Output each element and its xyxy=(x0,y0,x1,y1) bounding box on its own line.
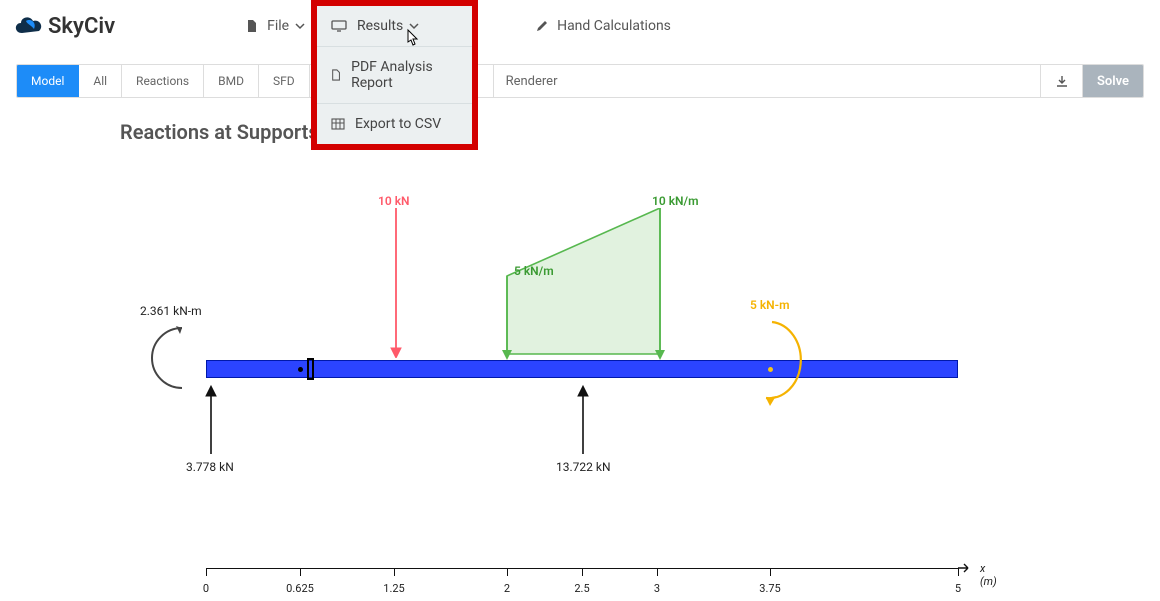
pdf-icon xyxy=(331,68,341,82)
tab-bmd-label: BMD xyxy=(218,74,244,88)
dropdown-item-pdf-report[interactable]: PDF Analysis Report xyxy=(317,46,472,103)
x-tick-label: 5 xyxy=(955,582,961,595)
x-tick-label: 1.25 xyxy=(383,582,404,595)
menu-file[interactable]: File xyxy=(231,10,319,42)
download-icon xyxy=(1055,74,1069,88)
tab-reactions-label: Reactions xyxy=(136,74,189,88)
app-logo: SkyCiv xyxy=(12,13,115,39)
dropdown-item-export-csv[interactable]: Export to CSV xyxy=(317,103,472,144)
menu-hand-calcs-label: Hand Calculations xyxy=(557,18,671,34)
chevron-down-icon xyxy=(295,21,305,31)
support-left-marker xyxy=(307,358,314,380)
tab-bmd[interactable]: BMD xyxy=(204,65,259,97)
tab-reactions[interactable]: Reactions xyxy=(122,65,204,97)
x-tick xyxy=(770,568,771,576)
results-toolbar: Model All Reactions BMD SFD D Renderer S… xyxy=(16,64,1144,98)
pencil-icon xyxy=(535,19,549,33)
point-load-arrow xyxy=(389,208,403,358)
x-tick-label: 2.5 xyxy=(574,582,589,595)
cloud-logo-icon xyxy=(12,13,46,39)
tab-all-label: All xyxy=(93,74,107,88)
reaction-left-arrow xyxy=(204,384,218,454)
x-tick xyxy=(206,568,207,576)
download-button[interactable] xyxy=(1041,65,1083,97)
table-icon xyxy=(331,118,345,130)
applied-moment-arc xyxy=(748,316,818,408)
results-dropdown-highlight: Results PDF Analysis Report Export to CS… xyxy=(311,0,478,150)
renderer-label: Renderer xyxy=(506,74,558,89)
chevron-down-icon xyxy=(409,21,419,31)
x-tick-label: 2 xyxy=(504,582,510,595)
tab-model-label: Model xyxy=(31,74,64,88)
x-tick xyxy=(394,568,395,576)
dropdown-csv-label: Export to CSV xyxy=(355,116,441,132)
reaction-left-label: 3.778 kN xyxy=(186,460,234,474)
tab-all[interactable]: All xyxy=(79,65,122,97)
x-tick xyxy=(507,568,508,576)
renderer-label-cell[interactable]: Renderer xyxy=(494,65,1041,97)
reaction-mid-label: 13.722 kN xyxy=(556,460,611,474)
reaction-moment-arc xyxy=(142,320,198,400)
reaction-moment-label: 2.361 kN-m xyxy=(140,304,202,318)
menu-hand-calculations[interactable]: Hand Calculations xyxy=(521,10,685,42)
x-tick-label: 0 xyxy=(203,582,209,595)
dist-load-start-label: 5 kN/m xyxy=(514,264,554,278)
solve-button[interactable]: Solve xyxy=(1083,65,1143,97)
top-menubar: SkyCiv File Hand Calculations xyxy=(0,0,1160,52)
menu-file-label: File xyxy=(267,18,289,34)
dropdown-pdf-label: PDF Analysis Report xyxy=(351,59,458,91)
menu-results-label: Results xyxy=(357,18,403,34)
dist-load-end-label: 10 kN/m xyxy=(652,194,699,208)
diagram-title: Reactions at Supports xyxy=(120,120,319,144)
distributed-load-shape xyxy=(500,208,670,363)
tab-sfd[interactable]: SFD xyxy=(259,65,310,97)
point-load-label: 10 kN xyxy=(378,194,410,208)
file-icon xyxy=(245,19,259,33)
tab-model[interactable]: Model xyxy=(17,65,79,97)
node-dot-left xyxy=(298,367,303,372)
beam-diagram-canvas: Reactions at Supports 2.361 kN-m 10 kN 5… xyxy=(0,98,1160,601)
axis-arrow-icon xyxy=(958,563,972,573)
x-tick xyxy=(657,568,658,576)
applied-moment-label: 5 kN-m xyxy=(750,298,790,312)
x-tick xyxy=(582,568,583,576)
menu-results[interactable]: Results xyxy=(317,6,472,46)
x-tick xyxy=(300,568,301,576)
reaction-mid-arrow xyxy=(576,384,590,454)
app-name: SkyCiv xyxy=(48,14,115,39)
solve-label: Solve xyxy=(1097,74,1129,89)
monitor-icon xyxy=(331,20,347,32)
x-axis-unit: x (m) xyxy=(980,562,997,588)
x-tick-label: 0.625 xyxy=(286,582,314,595)
x-axis: 0 0.625 1.25 2 2.5 3 3.75 5 x (m) xyxy=(206,568,996,598)
tab-sfd-label: SFD xyxy=(273,74,295,88)
x-tick-label: 3.75 xyxy=(759,582,780,595)
x-tick-label: 3 xyxy=(654,582,660,595)
